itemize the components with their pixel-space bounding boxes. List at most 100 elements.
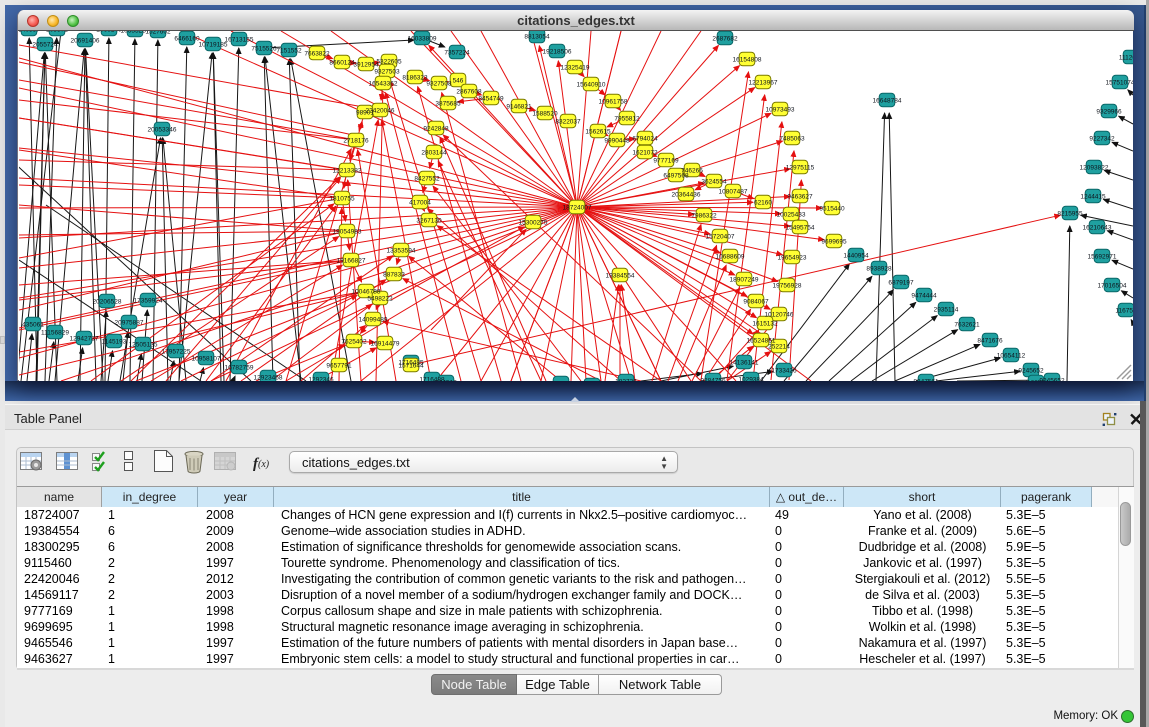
svg-text:20206528: 20206528 [93, 299, 122, 306]
svg-text:19054983: 19054983 [333, 229, 362, 236]
svg-text:546: 546 [453, 78, 464, 85]
svg-text:8471676: 8471676 [977, 338, 1003, 345]
svg-text:19654923: 19654923 [778, 255, 807, 262]
svg-text:5322605: 5322605 [376, 59, 402, 66]
svg-text:16914479: 16914479 [371, 341, 400, 348]
svg-text:417004: 417004 [409, 200, 431, 207]
svg-text:3875685: 3875685 [435, 101, 461, 108]
svg-text:12213967: 12213967 [749, 80, 778, 87]
svg-text:10973493: 10973493 [766, 107, 795, 114]
svg-text:16033809: 16033809 [408, 36, 437, 43]
svg-text:2803144: 2803144 [421, 150, 447, 157]
svg-text:16154808: 16154808 [733, 57, 762, 64]
svg-text:18907249: 18907249 [730, 277, 759, 284]
svg-text:15751074: 15751074 [1106, 80, 1133, 87]
svg-text:10807487: 10807487 [719, 189, 748, 196]
svg-text:1440954: 1440954 [843, 253, 869, 260]
svg-text:1588520: 1588520 [532, 111, 558, 118]
svg-text:1571644: 1571644 [398, 363, 424, 370]
svg-text:14099489: 14099489 [359, 317, 388, 324]
svg-text:2687682: 2687682 [712, 36, 738, 43]
svg-text:182736: 182736 [615, 379, 637, 382]
svg-text:15692971: 15692971 [1088, 254, 1117, 261]
svg-text:10961758: 10961758 [599, 99, 628, 106]
svg-text:16210643: 16210643 [1083, 225, 1112, 232]
svg-text:1244415: 1244415 [1080, 194, 1106, 201]
svg-text:9146821: 9146821 [506, 104, 532, 111]
svg-text:9242848: 9242848 [423, 126, 449, 133]
svg-text:13353594: 13353594 [387, 248, 416, 255]
svg-text:12975115: 12975115 [786, 165, 815, 172]
svg-text:19218506: 19218506 [543, 49, 572, 56]
svg-text:9990448: 9990448 [604, 138, 630, 145]
svg-text:9245652: 9245652 [1018, 368, 1044, 375]
svg-text:16782759: 16782759 [225, 365, 254, 372]
svg-text:1621072: 1621072 [632, 150, 658, 157]
svg-text:140557: 140557 [19, 31, 40, 34]
svg-text:6879197: 6879197 [888, 280, 914, 287]
svg-text:15640910: 15640910 [577, 82, 606, 89]
svg-text:7625402: 7625402 [341, 339, 367, 346]
svg-text:1145193: 1145193 [102, 339, 127, 346]
svg-text:7986322: 7986322 [691, 213, 717, 220]
svg-text:2055724: 2055724 [32, 42, 58, 49]
svg-text:5498222: 5498222 [367, 296, 393, 303]
svg-text:12093822: 12093822 [1080, 165, 1109, 172]
svg-text:3624554: 3624554 [701, 179, 727, 186]
svg-text:9327503: 9327503 [374, 69, 400, 76]
svg-text:252214: 252214 [768, 344, 790, 351]
svg-text:1562615: 1562615 [585, 129, 611, 136]
svg-text:10120746: 10120746 [765, 312, 794, 319]
svg-text:6466160: 6466160 [174, 36, 200, 43]
svg-text:8347561: 8347561 [913, 379, 939, 382]
svg-text:116753: 116753 [1115, 308, 1133, 315]
svg-text:2718176: 2718176 [343, 138, 369, 145]
svg-text:9227342: 9227342 [1089, 136, 1115, 143]
svg-text:62160: 62160 [754, 200, 772, 207]
svg-text:12213382: 12213382 [333, 168, 362, 175]
svg-text:1615132: 1615132 [752, 321, 778, 328]
svg-text:1810755: 1810755 [329, 196, 355, 203]
svg-text:12942737: 12942737 [70, 336, 99, 343]
svg-text:7485063: 7485063 [779, 136, 805, 143]
svg-text:19166827: 19166827 [337, 258, 366, 265]
svg-text:7357224: 7357224 [444, 50, 470, 57]
svg-text:7151552: 7151552 [276, 48, 302, 55]
svg-text:7632621: 7632621 [954, 322, 980, 329]
svg-text:9284756: 9284756 [700, 378, 726, 382]
svg-text:20364436: 20364436 [672, 192, 701, 199]
svg-text:435061: 435061 [22, 322, 44, 329]
svg-text:10958107: 10958107 [192, 356, 221, 363]
svg-text:8813054: 8813054 [524, 34, 550, 41]
svg-text:9515440: 9515440 [819, 206, 845, 213]
svg-text:17016504: 17016504 [1098, 283, 1127, 290]
svg-text:9777169: 9777169 [653, 158, 679, 165]
svg-text:746266: 746266 [681, 168, 703, 175]
svg-text:9084067: 9084067 [743, 299, 769, 306]
svg-text:98901: 98901 [356, 110, 374, 117]
svg-text:15300275: 15300275 [519, 220, 548, 227]
svg-text:205572: 205572 [46, 31, 68, 34]
svg-text:12923468: 12923468 [254, 375, 283, 382]
svg-text:19756928: 19756928 [773, 283, 802, 290]
svg-text:20691406: 20691406 [71, 38, 100, 45]
svg-text:10025433: 10025433 [777, 212, 806, 219]
svg-text:(x): (x) [258, 459, 270, 470]
svg-text:8660124: 8660124 [329, 60, 355, 67]
svg-text:10719185: 10719185 [199, 42, 228, 49]
svg-text:6794024: 6794024 [632, 136, 658, 143]
svg-text:7663822: 7663822 [304, 51, 330, 58]
svg-text:12325419: 12325419 [561, 65, 590, 72]
svg-text:3912954: 3912954 [353, 62, 379, 69]
svg-text:9329966: 9329966 [1096, 109, 1122, 116]
svg-text:2935114: 2935114 [934, 307, 959, 314]
svg-text:1112035: 1112035 [1119, 55, 1133, 62]
svg-text:17359924: 17359924 [134, 298, 163, 305]
svg-text:17957225: 17957225 [162, 349, 191, 356]
svg-text:20975887: 20975887 [115, 320, 144, 327]
svg-text:12505135: 12505135 [129, 342, 158, 349]
svg-text:2069140: 2069140 [96, 31, 122, 34]
svg-text:9474444: 9474444 [911, 293, 937, 300]
svg-text:9463627: 9463627 [787, 194, 813, 201]
svg-text:9699695: 9699695 [821, 239, 847, 246]
